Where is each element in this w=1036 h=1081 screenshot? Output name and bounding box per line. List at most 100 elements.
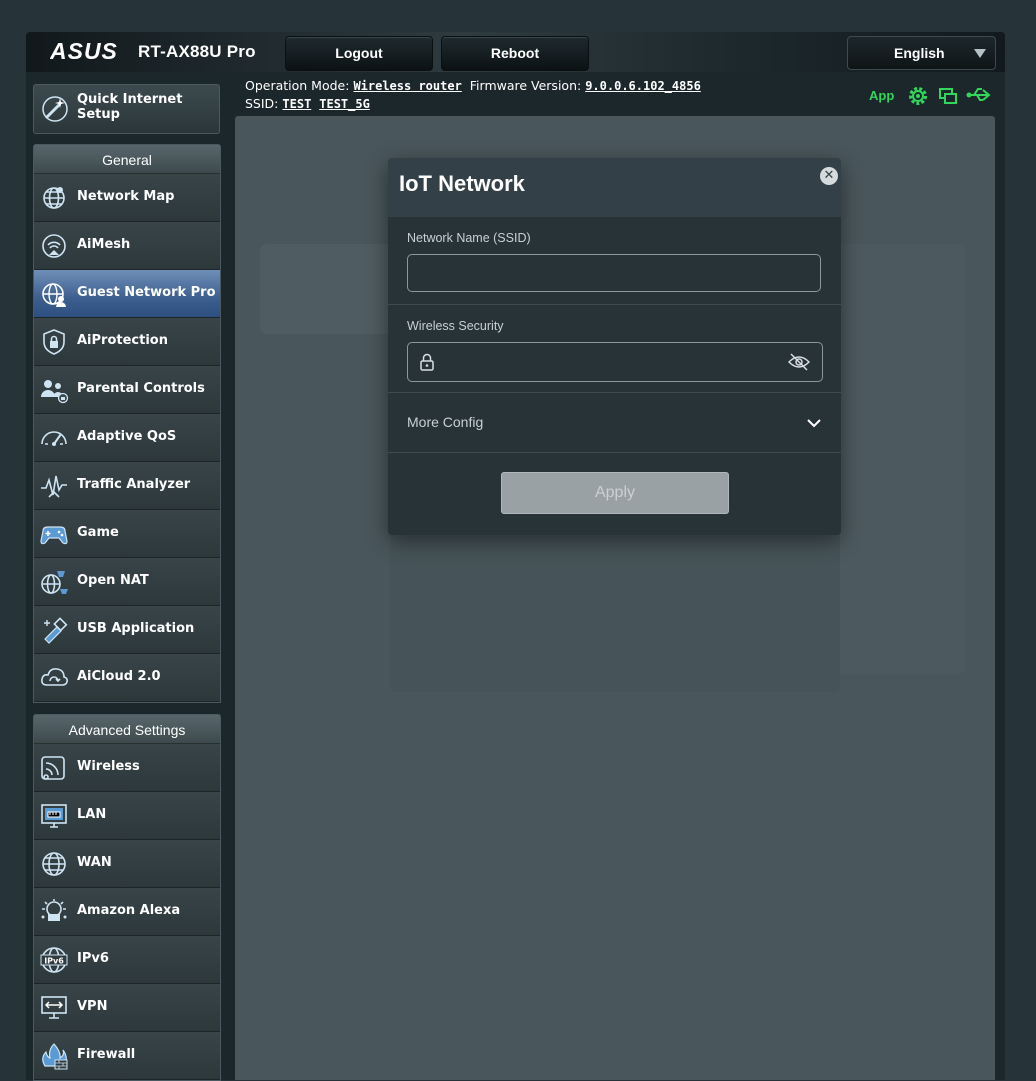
sidebar-item-lan[interactable]: LAN <box>34 792 220 840</box>
sidebar-item-aimesh[interactable]: AiMesh <box>34 222 220 270</box>
eye-off-icon[interactable] <box>788 352 810 372</box>
parental-controls-icon <box>41 380 69 404</box>
sidebar-item-amazon-alexa[interactable]: Amazon Alexa <box>34 888 220 936</box>
advanced-settings-menu: Advanced Settings Wireless LAN WAN Amazon A… <box>33 714 221 1081</box>
sidebar-item-network-map[interactable]: Network Map <box>34 174 220 222</box>
ssid-field-label: Network Name (SSID) <box>407 231 531 245</box>
alexa-icon <box>41 899 67 921</box>
gear-icon[interactable] <box>906 84 930 108</box>
ssid-row: SSID: TEST TEST_5G <box>245 96 370 111</box>
network-map-icon <box>43 187 65 209</box>
operation-mode-row: Operation Mode: Wireless router Firmware… <box>245 78 701 93</box>
qis-label: Quick Internet Setup <box>77 92 183 122</box>
sidebar-item-guest-network-pro[interactable]: Guest Network Pro <box>34 270 220 318</box>
quick-internet-setup-button[interactable]: Quick Internet Setup <box>33 84 220 134</box>
chevron-down-icon[interactable] <box>806 417 822 429</box>
firewall-icon <box>42 1043 68 1070</box>
sidebar-item-label: Network Map <box>77 189 175 204</box>
ssid-input[interactable] <box>407 254 821 292</box>
sidebar-item-label: AiProtection <box>77 333 168 348</box>
lock-icon <box>420 353 434 371</box>
divider <box>388 304 841 305</box>
top-header: ASUS RT-AX88U Pro Logout Reboot English <box>26 32 1005 72</box>
sidebar-item-traffic-analyzer[interactable]: Traffic Analyzer <box>34 462 220 510</box>
more-config-label[interactable]: More Config <box>407 414 483 430</box>
divider <box>388 392 841 393</box>
sidebar-item-label: AiCloud 2.0 <box>77 669 161 684</box>
aiprotection-icon <box>43 329 65 355</box>
sidebar-item-parental-controls[interactable]: Parental Controls <box>34 366 220 414</box>
ssid-label: SSID: <box>245 96 279 111</box>
sidebar-item-label: VPN <box>77 999 108 1014</box>
sidebar-item-label: Parental Controls <box>77 381 205 396</box>
dialog-body: Network Name (SSID) Wireless Security Mo… <box>388 217 841 535</box>
dropdown-arrow-icon <box>974 49 986 58</box>
sidebar-item-label: Adaptive QoS <box>77 429 177 444</box>
security-field-label: Wireless Security <box>407 319 504 333</box>
cloud-icon <box>41 668 68 686</box>
sidebar-item-label: Open NAT <box>77 573 149 588</box>
traffic-analyzer-icon <box>41 475 67 498</box>
password-field[interactable] <box>407 342 823 382</box>
vpn-icon <box>41 996 67 1019</box>
lan-icon <box>41 804 67 828</box>
general-title: General <box>34 145 220 174</box>
usb-icon <box>44 617 68 644</box>
qos-gauge-icon <box>41 431 67 446</box>
language-select[interactable]: English <box>847 36 996 70</box>
dialog-title: IoT Network <box>399 171 525 196</box>
app-link[interactable]: App <box>869 88 894 103</box>
sidebar-item-label: IPv6 <box>77 951 109 966</box>
apply-button[interactable]: Apply <box>501 472 729 514</box>
close-icon[interactable]: ✕ <box>820 167 838 185</box>
ssid-link-1[interactable]: TEST <box>282 97 311 111</box>
sidebar-item-game[interactable]: Game <box>34 510 220 558</box>
wizard-icon <box>42 96 68 122</box>
divider <box>388 452 841 453</box>
sidebar-item-vpn[interactable]: VPN <box>34 984 220 1032</box>
general-menu: General Network Map AiMesh Guest Network P… <box>33 144 221 703</box>
wireless-icon <box>41 756 65 780</box>
sidebar-item-aicloud-2-0[interactable]: AiCloud 2.0 <box>34 654 220 702</box>
sidebar-item-label: Guest Network Pro <box>77 285 216 300</box>
sidebar-item-label: Firewall <box>77 1047 136 1062</box>
sidebar-item-adaptive-qos[interactable]: Adaptive QoS <box>34 414 220 462</box>
sidebar-item-label: Amazon Alexa <box>77 903 181 918</box>
backdrop-panel <box>825 244 965 674</box>
logout-button[interactable]: Logout <box>285 36 433 71</box>
op-mode-link[interactable]: Wireless router <box>353 79 461 93</box>
firmware-label: Firmware Version: <box>469 78 582 93</box>
sidebar-item-usb-application[interactable]: USB Application <box>34 606 220 654</box>
sidebar-item-open-nat[interactable]: Open NAT <box>34 558 220 606</box>
sidebar-item-label: Wireless <box>77 759 140 774</box>
sidebar-item-label: Game <box>77 525 119 540</box>
open-nat-icon <box>41 571 68 594</box>
devices-icon[interactable] <box>938 86 958 106</box>
asus-logo-text: ASUS <box>50 39 118 63</box>
globe-icon <box>42 852 66 876</box>
advanced-title: Advanced Settings <box>34 715 220 744</box>
sidebar-item-label: AiMesh <box>77 237 131 252</box>
sidebar-item-firewall[interactable]: Firewall <box>34 1032 220 1080</box>
sidebar-item-ipv6[interactable]: IPv6 IPv6 <box>34 936 220 984</box>
op-mode-label: Operation Mode: <box>245 78 350 93</box>
sidebar-item-label: Traffic Analyzer <box>77 477 191 492</box>
guest-network-icon <box>42 283 66 307</box>
sidebar-item-label: USB Application <box>77 621 195 636</box>
sidebar-item-label: WAN <box>77 855 112 870</box>
sidebar-item-wireless[interactable]: Wireless <box>34 744 220 792</box>
asus-logo: ASUS <box>50 39 118 63</box>
language-value: English <box>894 45 945 61</box>
firmware-link[interactable]: 9.0.0.6.102_4856 <box>585 79 701 93</box>
ipv6-icon: IPv6 <box>40 947 68 973</box>
sidebar-item-aiprotection[interactable]: AiProtection <box>34 318 220 366</box>
reboot-button[interactable]: Reboot <box>441 36 589 71</box>
usb-status-icon[interactable] <box>966 86 992 104</box>
model-name: RT-AX88U Pro <box>138 42 256 61</box>
aimesh-icon <box>42 234 66 258</box>
ssid-link-2[interactable]: TEST_5G <box>319 97 370 111</box>
sidebar-item-wan[interactable]: WAN <box>34 840 220 888</box>
password-input[interactable] <box>444 343 778 381</box>
svg-text:IPv6: IPv6 <box>44 957 64 966</box>
sidebar-item-label: LAN <box>77 807 107 822</box>
